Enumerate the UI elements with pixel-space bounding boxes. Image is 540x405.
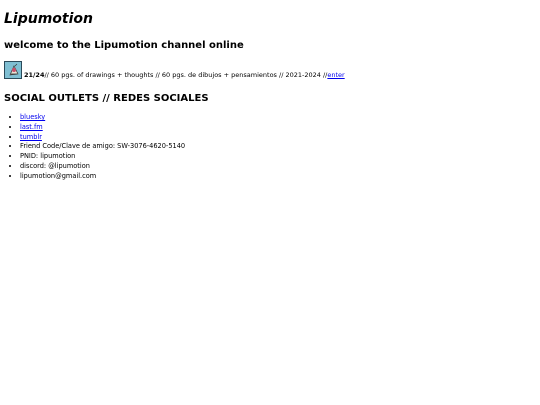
social-item-tumblr: tumblr (20, 133, 185, 143)
social-item-pnid: PNID: lipumotion (20, 152, 185, 162)
project-count: 21/24 (24, 71, 45, 79)
bluesky-link[interactable]: bluesky (20, 113, 45, 121)
site-title: Lipumotion (4, 11, 93, 27)
social-item-email: lipumotion@gmail.com (20, 172, 185, 182)
page: Lipumotion welcome to the Lipumotion cha… (0, 0, 540, 405)
welcome-heading: welcome to the Lipumotion channel online (4, 40, 244, 51)
social-heading: SOCIAL OUTLETS // REDES SOCIALES (4, 93, 209, 104)
project-description: // 60 pgs. of drawings + thoughts // 60 … (44, 71, 328, 79)
project-entry: 21/24 // 60 pgs. of drawings + thoughts … (4, 61, 345, 79)
lastfm-link[interactable]: last.fm (20, 123, 43, 131)
social-list: bluesky last.fm tumblr Friend Code/Clave… (4, 113, 185, 182)
social-item-bluesky: bluesky (20, 113, 185, 123)
social-item-friend-code: Friend Code/Clave de amigo: SW-3076-4620… (20, 142, 185, 152)
social-item-discord: discord: @lipumotion (20, 162, 185, 172)
social-item-lastfm: last.fm (20, 123, 185, 133)
drawing-thumbnail-image[interactable] (4, 61, 22, 79)
tumblr-link[interactable]: tumblr (20, 133, 42, 141)
enter-link[interactable]: enter (327, 71, 344, 79)
